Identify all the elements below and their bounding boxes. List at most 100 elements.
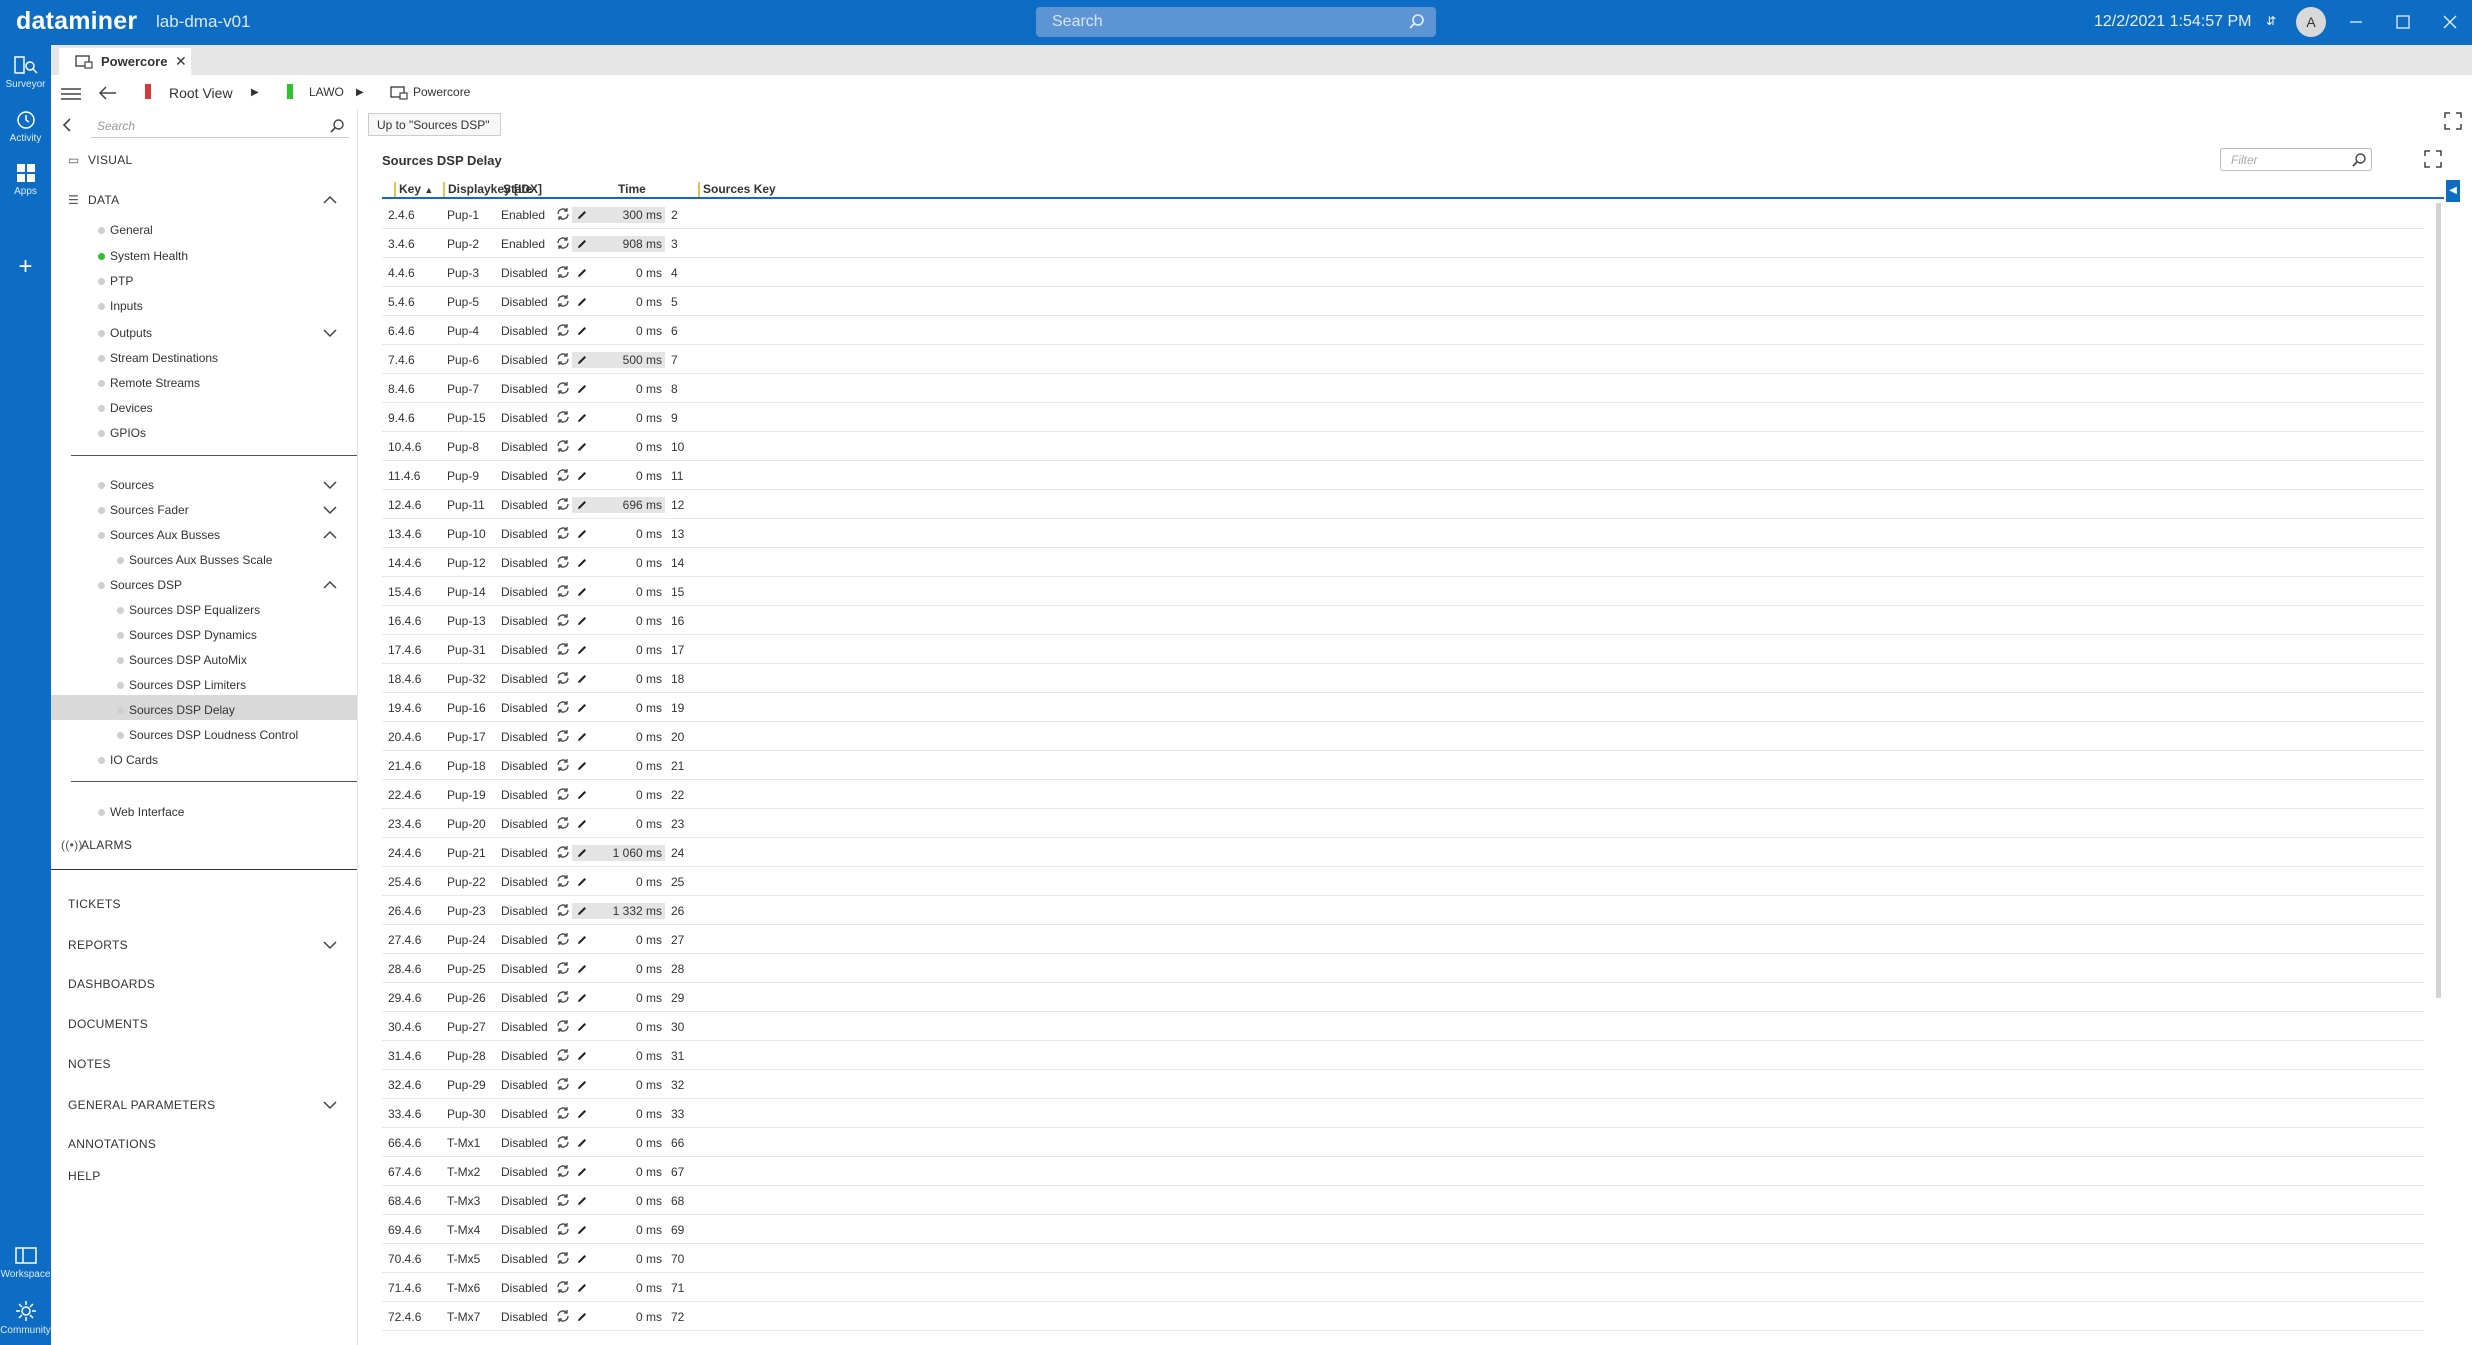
chevron-down-icon[interactable] (323, 1100, 337, 1110)
sidebar-item-io-cards[interactable]: IO Cards (98, 753, 158, 767)
sidebar-dashboards[interactable]: DASHBOARDS (68, 977, 155, 991)
refresh-icon[interactable] (556, 932, 570, 949)
sidebar-item-sources-dsp-dynamics[interactable]: Sources DSP Dynamics (117, 628, 257, 642)
table-row[interactable]: 25.4.6 Pup-22 Disabled 0 ms 25 (382, 867, 2424, 896)
refresh-icon[interactable] (556, 236, 570, 253)
table-row[interactable]: 8.4.6 Pup-7 Disabled 0 ms 8 (382, 374, 2424, 403)
sidebar-item-sources-dsp-limiters[interactable]: Sources DSP Limiters (117, 678, 246, 692)
sidebar-tickets[interactable]: TICKETS (68, 897, 121, 911)
chevron-down-icon[interactable] (323, 940, 337, 950)
refresh-icon[interactable] (556, 584, 570, 601)
table-row[interactable]: 20.4.6 Pup-17 Disabled 0 ms 20 (382, 722, 2424, 751)
sidebar-item-sources[interactable]: Sources (98, 478, 154, 492)
table-row[interactable]: 4.4.6 Pup-3 Disabled 0 ms 4 (382, 258, 2424, 287)
table-row[interactable]: 26.4.6 Pup-23 Disabled 1 332 ms 26 (382, 896, 2424, 925)
refresh-icon[interactable] (556, 700, 570, 717)
rail-apps[interactable]: Apps (0, 162, 51, 197)
table-row[interactable]: 66.4.6 T-Mx1 Disabled 0 ms 66 (382, 1128, 2424, 1157)
search-icon[interactable] (329, 118, 345, 134)
table-row[interactable]: 6.4.6 Pup-4 Disabled 0 ms 6 (382, 316, 2424, 345)
close-tab-icon[interactable]: ✕ (175, 53, 187, 70)
refresh-icon[interactable] (556, 207, 570, 224)
table-row[interactable]: 14.4.6 Pup-12 Disabled 0 ms 14 (382, 548, 2424, 577)
refresh-icon[interactable] (556, 410, 570, 427)
table-filter-input[interactable]: Filter (2220, 148, 2372, 171)
refresh-icon[interactable] (556, 497, 570, 514)
sidebar-item-stream-destinations[interactable]: Stream Destinations (98, 351, 218, 365)
rail-community[interactable]: Community (0, 1299, 51, 1336)
sidebar-item-outputs[interactable]: Outputs (98, 326, 152, 340)
chevron-down-icon[interactable] (323, 480, 337, 490)
user-avatar[interactable]: A (2296, 7, 2326, 37)
refresh-icon[interactable] (556, 1135, 570, 1152)
column-header-time[interactable]: Time (618, 182, 646, 196)
table-row[interactable]: 18.4.6 Pup-32 Disabled 0 ms 18 (382, 664, 2424, 693)
refresh-icon[interactable] (556, 1077, 570, 1094)
refresh-icon[interactable] (556, 671, 570, 688)
table-row[interactable]: 7.4.6 Pup-6 Disabled 500 ms 7 (382, 345, 2424, 374)
hamburger-menu-icon[interactable] (61, 87, 81, 101)
refresh-icon[interactable] (556, 874, 570, 891)
breadcrumb-root[interactable]: Root View (169, 85, 233, 101)
sidebar-alarms[interactable]: ((•))ALARMS (61, 838, 132, 852)
rail-activity[interactable]: Activity (0, 109, 51, 144)
refresh-icon[interactable] (556, 613, 570, 630)
sidebar-item-sources-aux-busses-scale[interactable]: Sources Aux Busses Scale (117, 553, 272, 567)
refresh-icon[interactable] (556, 1280, 570, 1297)
refresh-icon[interactable] (556, 1193, 570, 1210)
refresh-icon[interactable] (556, 555, 570, 572)
rail-surveyor[interactable]: Surveyor (0, 55, 51, 90)
table-row[interactable]: 3.4.6 Pup-2 Enabled 908 ms 3 (382, 229, 2424, 258)
table-row[interactable]: 33.4.6 Pup-30 Disabled 0 ms 33 (382, 1099, 2424, 1128)
table-row[interactable]: 24.4.6 Pup-21 Disabled 1 060 ms 24 (382, 838, 2424, 867)
sidebar-item-sources-fader[interactable]: Sources Fader (98, 503, 189, 517)
refresh-icon[interactable] (556, 439, 570, 456)
refresh-icon[interactable] (556, 1251, 570, 1268)
refresh-icon[interactable] (556, 1222, 570, 1239)
sidebar-item-general[interactable]: General (98, 223, 153, 237)
chevron-left-icon[interactable] (61, 117, 73, 133)
sidebar-visual[interactable]: ▭ VISUAL (68, 153, 133, 167)
expand-table-icon[interactable] (2424, 150, 2442, 168)
refresh-icon[interactable] (556, 265, 570, 282)
sidebar-item-sources-dsp-automix[interactable]: Sources DSP AutoMix (117, 653, 247, 667)
sidebar-annotations[interactable]: ANNOTATIONS (68, 1137, 156, 1151)
search-icon[interactable] (2351, 152, 2367, 168)
sidebar-item-sources-dsp-loudness-control[interactable]: Sources DSP Loudness Control (117, 728, 298, 742)
sidebar-data[interactable]: ☰ DATA (68, 193, 119, 207)
table-row[interactable]: 5.4.6 Pup-5 Disabled 0 ms 5 (382, 287, 2424, 316)
sidebar-item-sources-dsp-equalizers[interactable]: Sources DSP Equalizers (117, 603, 260, 617)
refresh-icon[interactable] (556, 1048, 570, 1065)
table-row[interactable]: 13.4.6 Pup-10 Disabled 0 ms 13 (382, 519, 2424, 548)
sidebar-item-inputs[interactable]: Inputs (98, 299, 143, 313)
table-row[interactable]: 68.4.6 T-Mx3 Disabled 0 ms 68 (382, 1186, 2424, 1215)
rail-workspace[interactable]: Workspace (0, 1245, 51, 1280)
chevron-up-icon[interactable] (323, 580, 337, 590)
sidebar-notes[interactable]: NOTES (68, 1057, 111, 1071)
chevron-up-icon[interactable] (323, 195, 337, 205)
refresh-icon[interactable] (556, 352, 570, 369)
table-row[interactable]: 12.4.6 Pup-11 Disabled 696 ms 12 (382, 490, 2424, 519)
sort-ascending-icon[interactable]: ▲ (424, 185, 433, 195)
refresh-icon[interactable] (556, 381, 570, 398)
table-row[interactable]: 22.4.6 Pup-19 Disabled 0 ms 22 (382, 780, 2424, 809)
refresh-icon[interactable] (556, 903, 570, 920)
refresh-icon[interactable] (556, 1019, 570, 1036)
sidebar-item-ptp[interactable]: PTP (98, 274, 133, 288)
back-arrow-icon[interactable] (98, 86, 118, 100)
table-row[interactable]: 29.4.6 Pup-26 Disabled 0 ms 29 (382, 983, 2424, 1012)
sidebar-general-parameters[interactable]: GENERAL PARAMETERS (68, 1098, 215, 1112)
sidebar-help[interactable]: HELP (68, 1169, 101, 1183)
table-row[interactable]: 30.4.6 Pup-27 Disabled 0 ms 30 (382, 1012, 2424, 1041)
table-row[interactable]: 32.4.6 Pup-29 Disabled 0 ms 32 (382, 1070, 2424, 1099)
refresh-icon[interactable] (556, 961, 570, 978)
table-row[interactable]: 17.4.6 Pup-31 Disabled 0 ms 17 (382, 635, 2424, 664)
sidebar-item-web-interface[interactable]: Web Interface (98, 805, 184, 819)
refresh-icon[interactable] (556, 787, 570, 804)
table-row[interactable]: 28.4.6 Pup-25 Disabled 0 ms 28 (382, 954, 2424, 983)
refresh-icon[interactable] (556, 526, 570, 543)
up-to-parent-button[interactable]: Up to "Sources DSP" (368, 113, 501, 136)
sidebar-item-remote-streams[interactable]: Remote Streams (98, 376, 200, 390)
table-row[interactable]: 71.4.6 T-Mx6 Disabled 0 ms 71 (382, 1273, 2424, 1302)
refresh-icon[interactable] (556, 1106, 570, 1123)
